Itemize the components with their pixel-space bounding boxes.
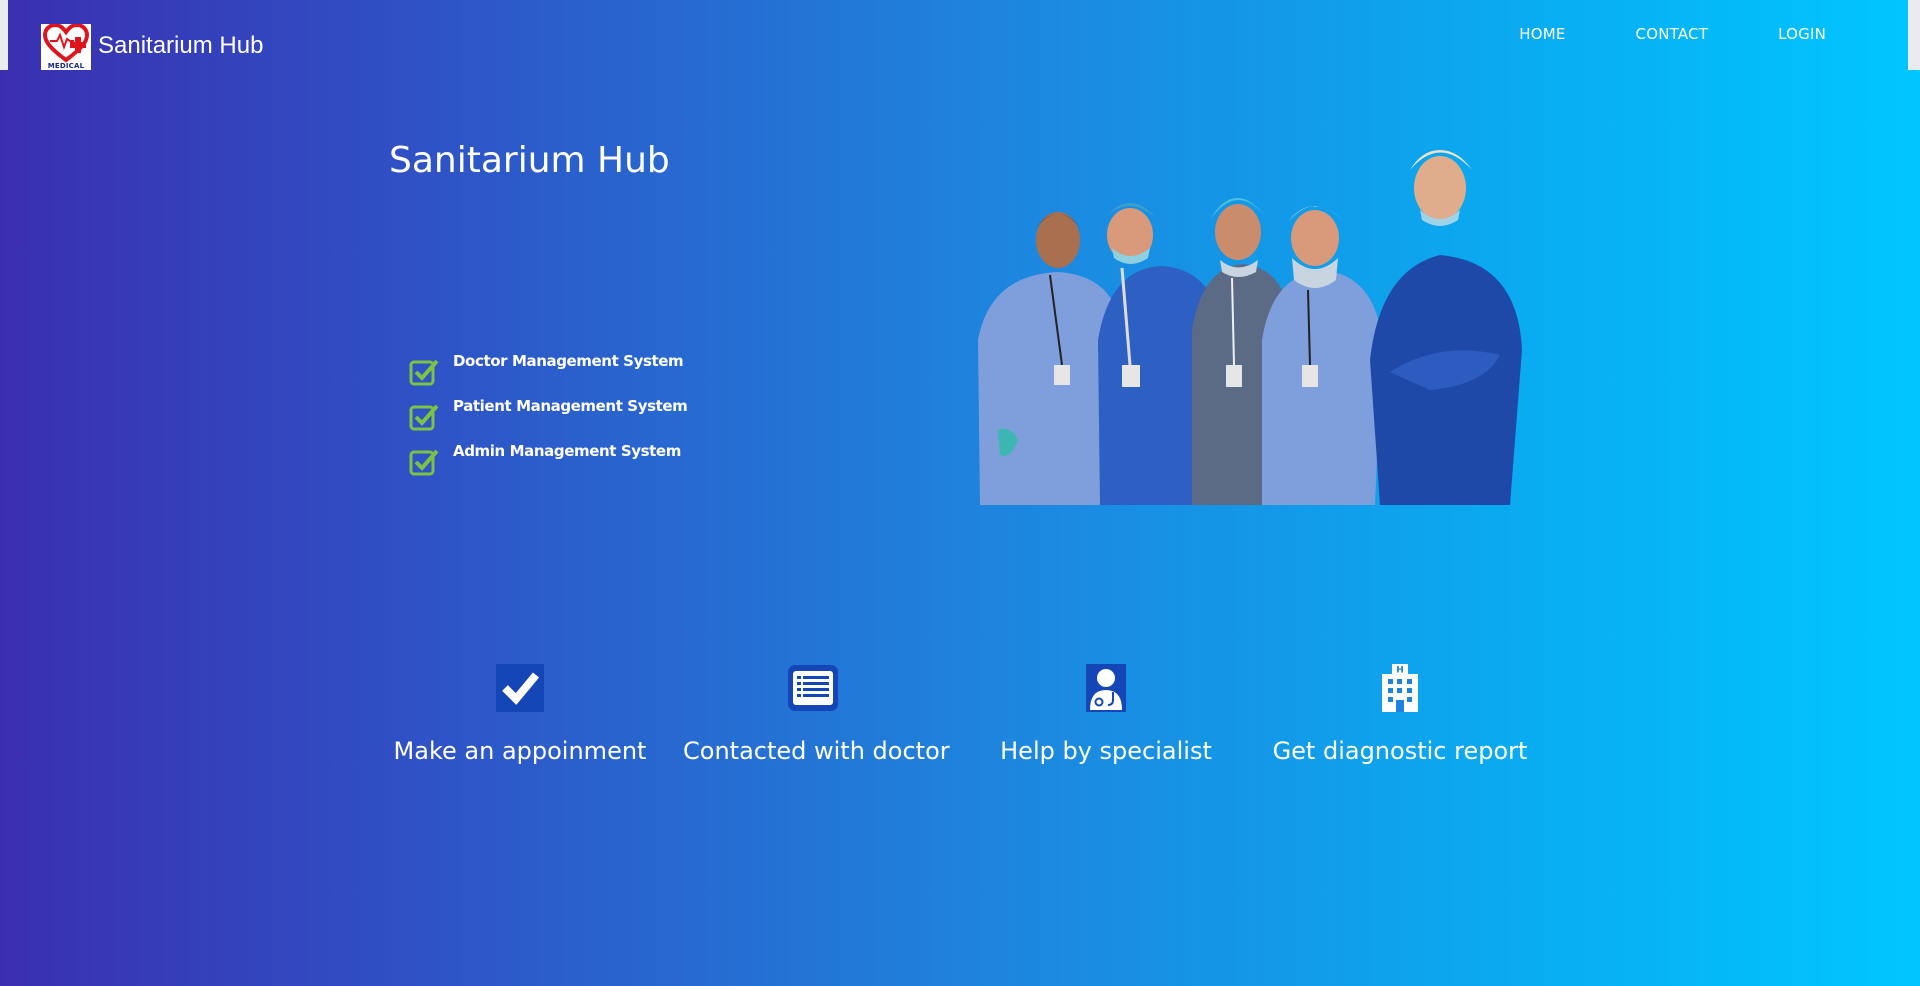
- doctor-figure: [1262, 206, 1382, 505]
- nav-home-link[interactable]: HOME: [1519, 25, 1565, 43]
- service-label: Get diagnostic report: [1272, 737, 1528, 765]
- feature-list: Doctor Management System Patient Managem…: [409, 352, 688, 487]
- hero-title: Sanitarium Hub: [389, 140, 670, 181]
- feature-item: Doctor Management System: [409, 352, 687, 397]
- doctor-icon: [1086, 664, 1126, 712]
- nav-contact-link[interactable]: CONTACT: [1636, 25, 1709, 43]
- service-diagnostic[interactable]: H Get diagnostic report: [1270, 663, 1530, 765]
- check-icon: [409, 449, 439, 476]
- check-icon: [409, 359, 439, 386]
- page-edge-left: [0, 0, 8, 70]
- check-icon: [409, 404, 439, 431]
- service-contact-doctor[interactable]: Contacted with doctor: [683, 663, 950, 765]
- service-label: Help by specialist: [1000, 737, 1212, 765]
- heart-cross-icon: MEDICAL: [41, 24, 91, 70]
- page-edge-right: [1908, 0, 1920, 70]
- hospital-icon: H: [1382, 664, 1418, 712]
- doctor-figure: [1370, 150, 1522, 505]
- service-specialist[interactable]: Help by specialist: [976, 663, 1236, 765]
- services-row: Make an appoinment Contacted with doctor: [390, 663, 1530, 783]
- navbar: MEDICAL Sanitarium Hub HOME CONTACT LOGI…: [8, 0, 1908, 70]
- checkbox-icon: [496, 664, 544, 712]
- feature-item: Admin Management System: [409, 442, 687, 487]
- logo-text: MEDICAL: [47, 62, 85, 70]
- brand-name[interactable]: Sanitarium Hub: [98, 32, 263, 60]
- feature-label: Patient Management System: [453, 397, 688, 415]
- feature-label: Doctor Management System: [453, 352, 684, 370]
- feature-item: Patient Management System: [409, 397, 688, 442]
- service-appointment[interactable]: Make an appoinment: [390, 663, 650, 765]
- service-label: Make an appoinment: [393, 737, 647, 765]
- brand[interactable]: MEDICAL Sanitarium Hub: [41, 24, 263, 70]
- feature-label: Admin Management System: [453, 442, 681, 460]
- list-icon: [788, 665, 838, 711]
- nav-links: HOME CONTACT LOGIN: [1519, 25, 1826, 43]
- service-label: Contacted with doctor: [683, 737, 950, 765]
- nav-login-link[interactable]: LOGIN: [1778, 25, 1826, 43]
- medical-team-photo: [978, 150, 1522, 505]
